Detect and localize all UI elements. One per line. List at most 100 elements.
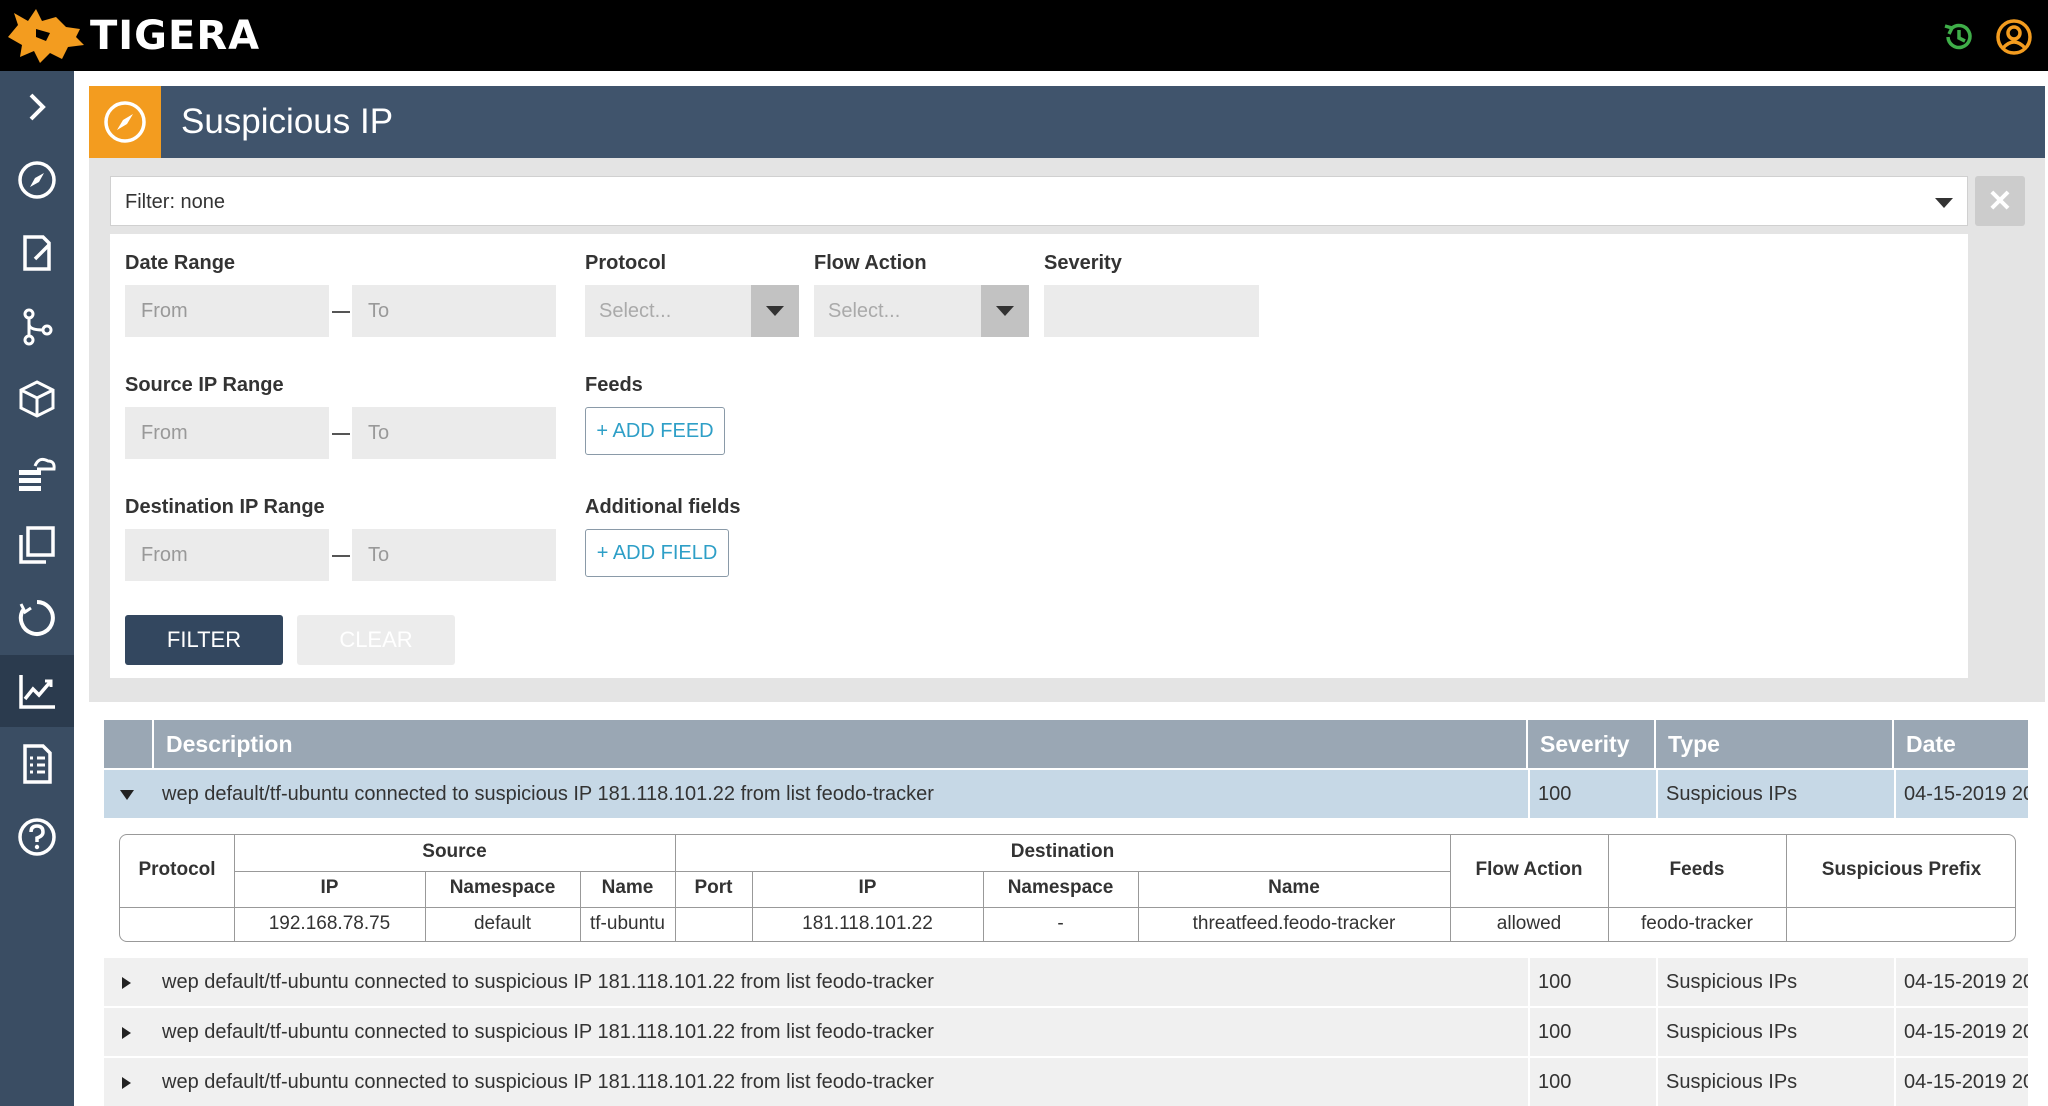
- detail-header-source-namespace: Namespace: [449, 877, 556, 898]
- detail-source-ip: 192.168.78.75: [268, 913, 391, 934]
- protocol-label: Protocol: [585, 252, 667, 274]
- table-row[interactable]: wep default/tf-ubuntu connected to suspi…: [104, 1008, 2028, 1056]
- detail-header-source: Source: [422, 841, 487, 862]
- row-severity: 100: [1528, 1008, 1654, 1056]
- page-icon-badge: [89, 86, 161, 158]
- sidebar-item-endpoints[interactable]: [0, 363, 74, 435]
- checklist-icon: [23, 744, 52, 784]
- refresh-icon: [18, 600, 55, 636]
- top-bar: TIGERA: [0, 0, 2048, 71]
- alert-detail-panel: Protocol Source Destination Flow Action …: [119, 834, 2016, 942]
- row-severity: 100: [1528, 958, 1654, 1006]
- sidebar-item-alerts[interactable]: [0, 655, 74, 727]
- expand-column-header: [104, 720, 152, 768]
- row-date: 04-15-2019 20:23:32 G...: [1894, 1008, 2028, 1056]
- date-range-label: Date Range: [125, 252, 236, 274]
- copy-icon: [19, 526, 55, 564]
- source-ip-to-input[interactable]: To: [352, 407, 556, 459]
- table-row[interactable]: wep default/tf-ubuntu connected to suspi…: [104, 1058, 2028, 1106]
- range-dash: [332, 311, 350, 313]
- add-feed-button[interactable]: + ADD FEED: [585, 407, 725, 455]
- add-field-button[interactable]: + ADD FIELD: [585, 529, 729, 577]
- filter-panel: Date Range From To Protocol Select... Fl…: [110, 234, 1968, 678]
- edit-document-icon: [23, 235, 51, 271]
- detail-header-source-ip: IP: [320, 877, 339, 898]
- caret-right-icon[interactable]: [122, 1027, 131, 1039]
- tiger-logo-icon: [8, 9, 84, 63]
- sidebar-item-resources[interactable]: [0, 509, 74, 581]
- source-ip-from-input[interactable]: From: [125, 407, 329, 459]
- destination-ip-from-input[interactable]: From: [125, 529, 329, 581]
- chart-line-icon: [19, 675, 55, 709]
- detail-destination-ip: 181.118.101.22: [802, 913, 933, 934]
- row-severity: 100: [1528, 770, 1654, 818]
- range-dash: [332, 433, 350, 435]
- row-type: Suspicious IPs: [1656, 1008, 1892, 1056]
- column-header-date[interactable]: Date: [1894, 720, 2028, 768]
- cube-icon: [19, 380, 55, 418]
- detail-header-destination-ip: IP: [858, 877, 877, 898]
- clear-filter-button[interactable]: ✕: [1975, 176, 2025, 226]
- column-header-description[interactable]: Description: [154, 720, 1526, 768]
- detail-header-feeds: Feeds: [1669, 859, 1725, 880]
- flow-action-label: Flow Action: [814, 252, 927, 274]
- protocol-placeholder: Select...: [599, 300, 672, 322]
- sidebar-item-compliance[interactable]: [0, 728, 74, 800]
- help-icon: [18, 818, 56, 856]
- flow-action-placeholder: Select...: [828, 300, 901, 322]
- detail-feeds: feodo-tracker: [1641, 913, 1753, 934]
- row-severity: 100: [1528, 1058, 1654, 1106]
- detail-flow-action: allowed: [1496, 913, 1562, 934]
- table-row[interactable]: wep default/tf-ubuntu connected to suspi…: [104, 770, 2028, 818]
- chevron-right-icon: [29, 93, 46, 121]
- compass-icon: [104, 101, 146, 143]
- close-icon: ✕: [1987, 184, 2013, 218]
- cloud-stack-icon: [19, 457, 56, 491]
- detail-source-name: tf-ubuntu: [590, 913, 665, 934]
- brand-name: TIGERA: [90, 13, 261, 59]
- detail-header-source-name: Name: [601, 877, 654, 898]
- sidebar-item-help[interactable]: [0, 801, 74, 873]
- column-header-severity[interactable]: Severity: [1528, 720, 1654, 768]
- caret-right-icon[interactable]: [122, 977, 131, 989]
- row-type: Suspicious IPs: [1656, 1058, 1892, 1106]
- chevron-down-icon[interactable]: [751, 285, 799, 337]
- clear-button[interactable]: CLEAR: [297, 615, 455, 665]
- row-description: wep default/tf-ubuntu connected to suspi…: [162, 971, 934, 993]
- git-branch-icon: [23, 308, 53, 346]
- caret-down-icon[interactable]: [120, 790, 134, 800]
- detail-header-port: Port: [694, 877, 733, 898]
- severity-label: Severity: [1044, 252, 1122, 274]
- protocol-select[interactable]: Select...: [585, 285, 799, 337]
- flow-action-select[interactable]: Select...: [814, 285, 1029, 337]
- chevron-down-icon[interactable]: [981, 285, 1029, 337]
- sidebar-item-flows[interactable]: [0, 290, 74, 362]
- date-to-input[interactable]: To: [352, 285, 556, 337]
- severity-input[interactable]: [1044, 285, 1259, 337]
- date-from-input[interactable]: From: [125, 285, 329, 337]
- row-description: wep default/tf-ubuntu connected to suspi…: [162, 1071, 934, 1093]
- detail-header-suspicious-prefix: Suspicious Prefix: [1821, 859, 1982, 880]
- filter-button[interactable]: FILTER: [125, 615, 283, 665]
- sidebar-item-refresh[interactable]: [0, 582, 74, 654]
- caret-right-icon[interactable]: [122, 1077, 131, 1089]
- page-title: Suspicious IP: [181, 102, 394, 141]
- history-icon[interactable]: [1940, 18, 1978, 56]
- sidebar-expand-button[interactable]: [0, 71, 74, 143]
- tigera-logo[interactable]: TIGERA: [6, 6, 260, 66]
- filter-summary-dropdown[interactable]: Filter: none: [110, 176, 1968, 226]
- feeds-label: Feeds: [585, 374, 643, 396]
- row-date: 04-15-2019 20:28:47 G...: [1894, 958, 2028, 1006]
- user-account-icon[interactable]: [1995, 18, 2033, 56]
- sidebar-item-dashboard[interactable]: [0, 144, 74, 216]
- column-header-type[interactable]: Type: [1656, 720, 1892, 768]
- chevron-down-icon: [1935, 198, 1953, 208]
- row-date: 04-15-2019 20:34:12 G...: [1894, 770, 2028, 818]
- sidebar-item-managed-clusters[interactable]: [0, 436, 74, 508]
- table-row[interactable]: wep default/tf-ubuntu connected to suspi…: [104, 958, 2028, 1006]
- destination-ip-to-input[interactable]: To: [352, 529, 556, 581]
- sidebar-item-policies[interactable]: [0, 217, 74, 289]
- source-ip-range-label: Source IP Range: [125, 374, 284, 396]
- page-header: Suspicious IP: [89, 86, 2045, 158]
- detail-destination-name: threatfeed.feodo-tracker: [1192, 913, 1396, 934]
